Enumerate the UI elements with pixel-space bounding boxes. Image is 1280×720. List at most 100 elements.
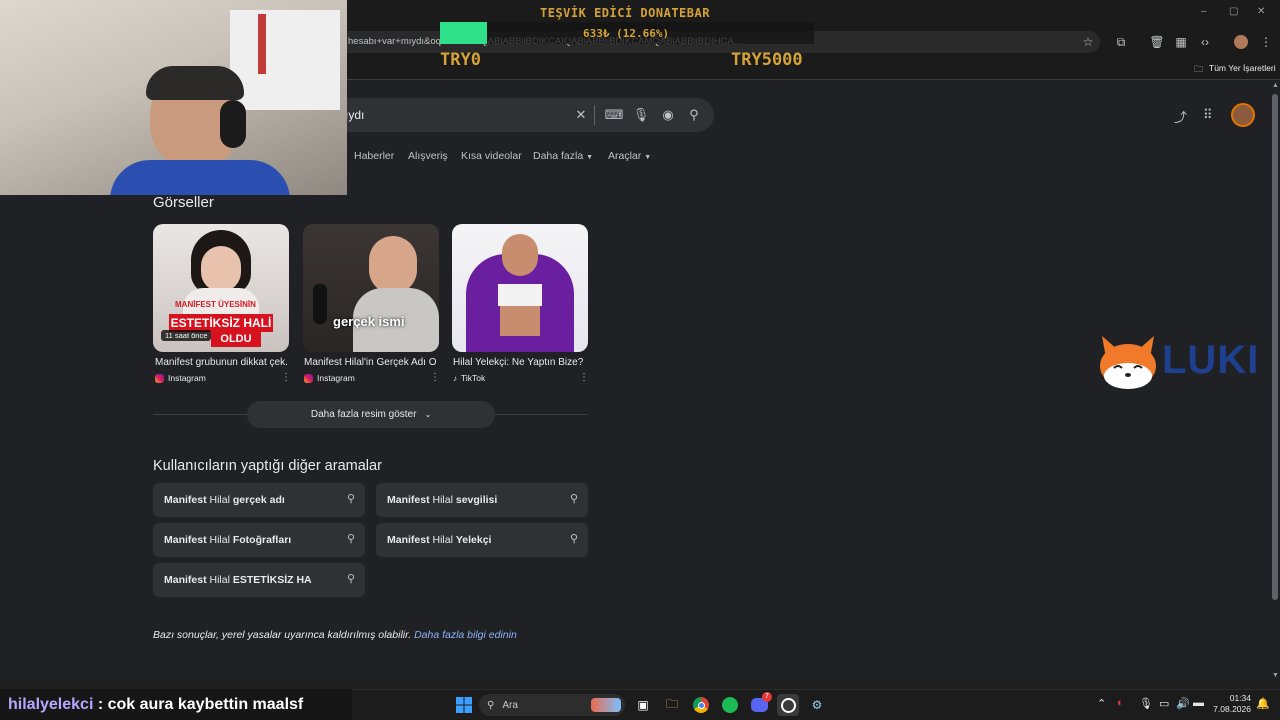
image-result-2[interactable]: gerçek ismi — [303, 224, 439, 352]
image-torso-shape — [500, 306, 540, 336]
tab-short-videos[interactable]: Kısa videolar — [461, 150, 522, 162]
taskbar-search[interactable]: ⚲ Ara — [479, 694, 625, 716]
tab-tools-label: Araçlar — [608, 150, 642, 162]
tab-news[interactable]: Haberler — [354, 150, 394, 162]
browser-menu-icon[interactable]: ⋮ — [1256, 32, 1276, 52]
chip-bold-text: Fotoğrafları — [232, 534, 292, 546]
display-icon[interactable]: ▭ — [1159, 697, 1169, 710]
discord-icon[interactable]: 7 — [748, 692, 772, 716]
battery-icon[interactable]: ▬ — [1193, 697, 1204, 709]
all-bookmarks-link[interactable]: Tüm Yer İşaretleri — [1209, 63, 1276, 73]
legal-disclaimer: Bazı sonuçlar, yerel yasalar uyarınca ka… — [153, 629, 517, 641]
extensions-icon[interactable]: ⧉ — [1111, 32, 1131, 52]
tab-more[interactable]: Daha fazla ▼ — [533, 150, 593, 162]
image-source-2[interactable]: Instagram — [304, 373, 355, 383]
image-result-1[interactable]: MANİFEST ÜYESİNİN ESTETİKSİZ HALİ OLDU 1… — [153, 224, 289, 352]
notification-badge: 7 — [762, 692, 772, 702]
tab-tools[interactable]: Araçlar ▼ — [608, 150, 651, 162]
clear-icon[interactable]: ✕ — [572, 106, 590, 124]
tray-expand-icon[interactable]: ⌃ — [1097, 697, 1106, 710]
keyboard-icon[interactable]: ⌨ — [605, 106, 624, 124]
task-view-icon[interactable]: ▣ — [632, 694, 654, 716]
searchbox-divider — [594, 105, 595, 125]
chevron-down-icon: ▼ — [644, 154, 652, 161]
donate-max: TRY5000 — [731, 50, 803, 70]
image-overlay-top: MANİFEST ÜYESİNİN — [175, 300, 256, 309]
search-icon: ⚲ — [569, 533, 578, 545]
image-source-1[interactable]: Instagram — [155, 373, 206, 383]
webcam-book-shape — [258, 14, 266, 74]
image-caption-3[interactable]: Hilal Yelekçi: Ne Yaptın Bize? — [453, 357, 585, 368]
image-source-3[interactable]: ♪ TikTok — [453, 373, 485, 383]
search-icon: ⚲ — [569, 493, 578, 505]
learn-more-link[interactable]: Daha fazla bilgi edinin — [414, 629, 517, 641]
close-window-button[interactable]: ✕ — [1257, 6, 1265, 17]
apps-grid-icon[interactable]: ⠿ — [1203, 107, 1213, 123]
clock-time: 01:34 — [1229, 693, 1251, 703]
lens-icon[interactable]: ◉ — [659, 106, 677, 124]
image-caption-2[interactable]: Manifest Hilal'in Gerçek Adı O... — [304, 357, 436, 368]
bookmark-star-icon[interactable]: ☆ — [1078, 32, 1098, 52]
share-icon[interactable]: ⤴ — [1174, 107, 1187, 126]
search-icon: ⚲ — [346, 493, 355, 505]
instagram-icon — [155, 373, 164, 383]
chip-bold-text: gerçek adı — [232, 494, 285, 506]
search-icon[interactable]: ⚲ — [685, 106, 703, 124]
chip-bold-text: ESTETİKSİZ HA — [232, 574, 312, 586]
notification-bell-icon[interactable]: 🔔 — [1256, 697, 1270, 710]
search-highlight-icon — [591, 698, 621, 712]
webcam-shelf-shape — [230, 10, 340, 110]
more-options-icon[interactable]: ⋮ — [579, 372, 589, 383]
microphone-icon[interactable]: 🎙 — [1139, 697, 1153, 710]
devtools-icon[interactable]: ‹› — [1195, 32, 1215, 52]
windows-start-icon[interactable] — [453, 694, 475, 716]
donate-title: TEŞVİK EDİCİ DONATEBAR — [540, 6, 710, 20]
search-icon: ⚲ — [346, 533, 355, 545]
microphone-icon[interactable]: 🎙 — [632, 106, 650, 124]
search-box[interactable] — [330, 98, 714, 132]
clock[interactable]: 01:34 7.08.2026 — [1213, 693, 1251, 715]
more-options-icon[interactable]: ⋮ — [281, 372, 291, 383]
file-explorer-icon[interactable]: 🗀 — [661, 694, 683, 716]
chevron-down-icon: ▼ — [586, 154, 594, 161]
grid-icon[interactable]: ▦ — [1171, 32, 1191, 52]
webcam-jersey-shape — [110, 160, 290, 195]
webcam-cap-shape — [146, 66, 244, 100]
steam-icon[interactable]: ⚙ — [806, 694, 828, 716]
scrollbar-thumb[interactable] — [1272, 94, 1278, 600]
source-label: Instagram — [317, 373, 355, 383]
minimize-button[interactable]: – — [1201, 6, 1207, 17]
more-options-icon[interactable]: ⋮ — [430, 372, 440, 383]
show-more-images-button[interactable]: Daha fazla resim göster ⌄ — [247, 401, 495, 428]
chip-text: Hilal — [206, 574, 233, 586]
chrome-icon[interactable] — [690, 694, 712, 716]
search-input[interactable]: ıydı — [345, 108, 364, 122]
related-searches-title: Kullanıcıların yaptığı diğer aramalar — [153, 458, 382, 474]
donate-value: 633₺ (12.66%) — [583, 27, 670, 40]
related-search-chip[interactable]: Manifest Hilal ESTETİKSİZ HA ⚲ — [153, 563, 365, 597]
tray-app-icon[interactable]: ◐ — [1117, 697, 1124, 709]
scroll-up-icon[interactable]: ▲ — [1272, 82, 1279, 89]
image-caption-1[interactable]: Manifest grubunun dikkat çek... — [155, 357, 287, 368]
related-search-chip[interactable]: Manifest Hilal Yelekçi ⚲ — [376, 523, 588, 557]
related-search-chip[interactable]: Manifest Hilal gerçek adı ⚲ — [153, 483, 365, 517]
image-result-3[interactable] — [452, 224, 588, 352]
disclaimer-text: Bazı sonuçlar, yerel yasalar uyarınca ka… — [153, 629, 415, 641]
image-face-shape — [201, 246, 241, 292]
clock-date: 7.08.2026 — [1213, 704, 1251, 714]
chip-text: Hilal — [429, 494, 456, 506]
related-search-chip[interactable]: Manifest Hilal sevgilisi ⚲ — [376, 483, 588, 517]
search-icon: ⚲ — [346, 573, 355, 585]
obs-icon[interactable] — [777, 694, 799, 716]
profile-avatar[interactable] — [1231, 32, 1251, 52]
spotify-icon[interactable] — [719, 694, 741, 716]
volume-icon[interactable]: 🔊 — [1176, 697, 1190, 710]
trash-icon[interactable]: 🗑 — [1147, 32, 1167, 52]
image-overlay-main: gerçek ismi — [333, 314, 405, 329]
chat-text: : cok aura kaybettin maalsf — [93, 696, 304, 713]
related-search-chip[interactable]: Manifest Hilal Fotoğrafları ⚲ — [153, 523, 365, 557]
tab-shopping[interactable]: Alışveriş — [408, 150, 448, 162]
account-avatar[interactable] — [1231, 103, 1255, 127]
scroll-down-icon[interactable]: ▼ — [1272, 672, 1279, 679]
maximize-button[interactable]: ▢ — [1229, 6, 1238, 17]
